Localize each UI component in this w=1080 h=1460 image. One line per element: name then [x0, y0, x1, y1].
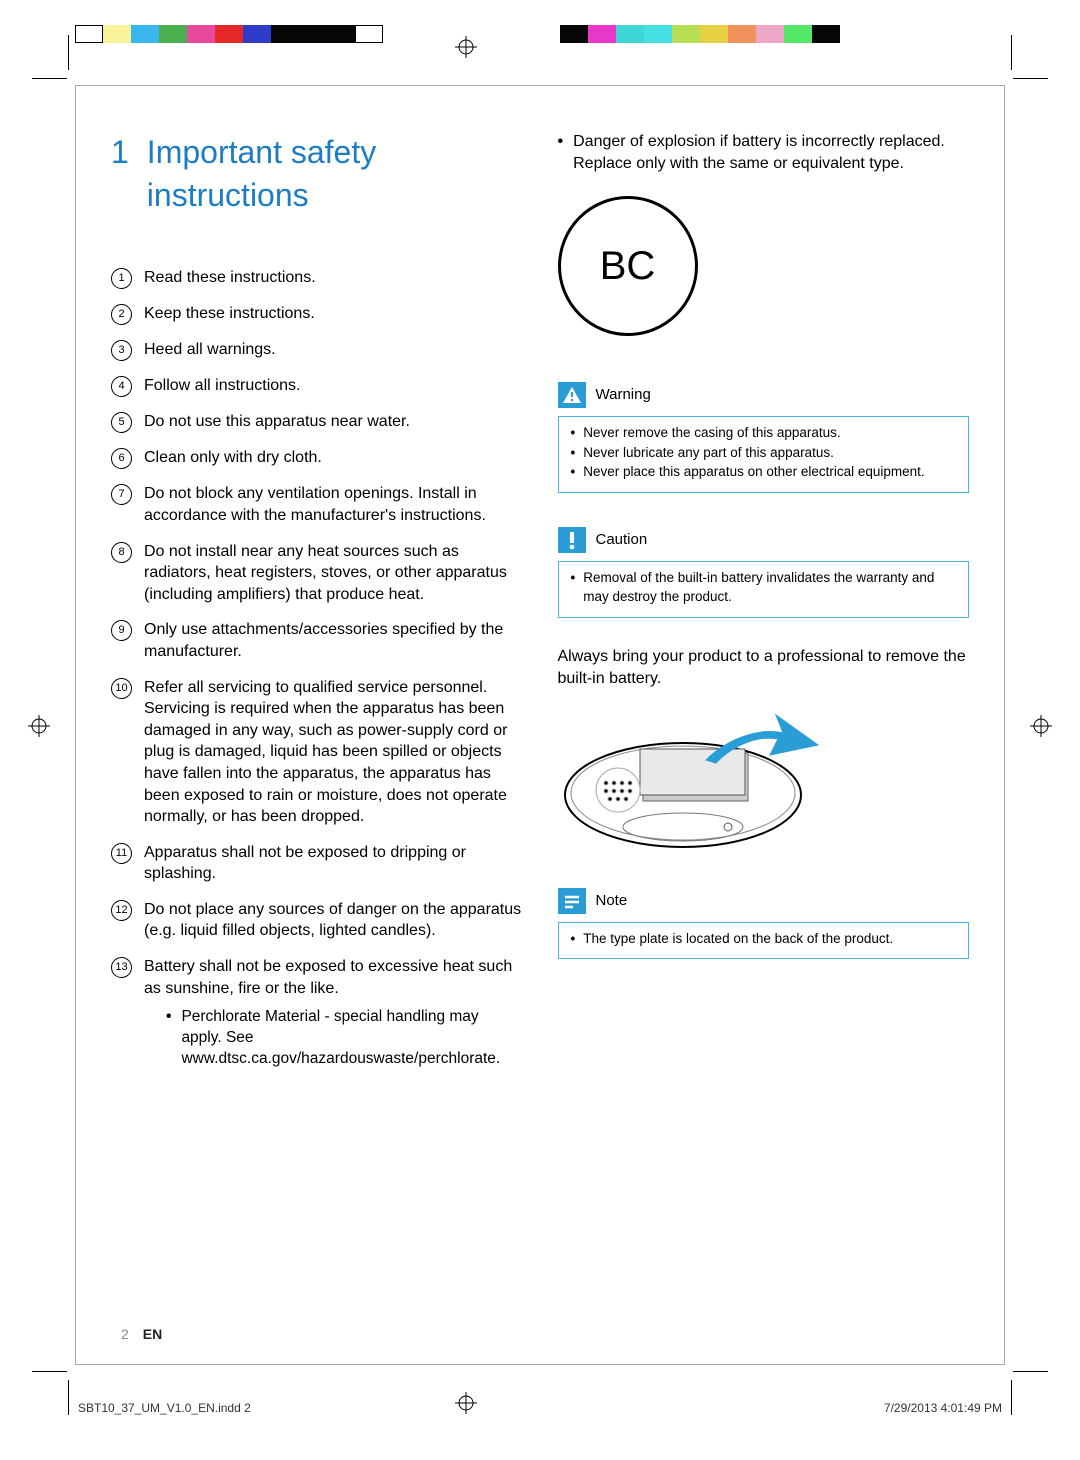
list-number: 7 — [111, 484, 132, 505]
list-item: 4 Follow all instructions. — [111, 375, 523, 397]
caution-block: Caution •Removal of the built-in battery… — [558, 521, 970, 618]
left-column: 1 Important safety instructions 1 Read th… — [111, 131, 523, 1344]
crop-mark — [32, 78, 67, 79]
list-item: 1 Read these instructions. — [111, 267, 523, 289]
note-heading: Note — [558, 882, 970, 922]
color-strip-left — [75, 25, 383, 43]
heading-text: Important safety instructions — [147, 131, 523, 217]
list-text: Do not install near any heat sources suc… — [144, 541, 523, 606]
list-text: Refer all servicing to qualified service… — [144, 677, 523, 828]
caution-body: •Removal of the built-in battery invalid… — [559, 562, 969, 617]
list-item: 6 Clean only with dry cloth. — [111, 447, 523, 469]
list-text: Keep these instructions. — [144, 303, 315, 325]
warning-body: •Never remove the casing of this apparat… — [559, 417, 969, 492]
bullet-dot: • — [558, 131, 564, 174]
warning-title: Warning — [596, 385, 651, 405]
device-illustration — [558, 705, 823, 855]
bc-label: BC — [600, 239, 656, 293]
callout-item: •Never remove the casing of this apparat… — [571, 423, 957, 443]
list-item: 13 Battery shall not be exposed to excess… — [111, 956, 523, 1070]
heading-number: 1 — [111, 131, 129, 217]
outer-footer: SBT10_37_UM_V1.0_EN.indd 2 7/29/2013 4:0… — [78, 1401, 1002, 1415]
crop-mark — [1013, 1371, 1048, 1372]
list-text: Only use attachments/accessories specifi… — [144, 619, 523, 662]
list-item: 5 Do not use this apparatus near water. — [111, 411, 523, 433]
list-item: 8 Do not install near any heat sources su… — [111, 541, 523, 606]
callout-item: •Never lubricate any part of this appara… — [571, 443, 957, 463]
crop-mark — [1013, 78, 1048, 79]
callout-item: •Never place this apparatus on other ele… — [571, 462, 957, 482]
list-item: 9 Only use attachments/accessories specif… — [111, 619, 523, 662]
warning-heading: Warning — [558, 376, 970, 416]
list-text: Do not block any ventilation openings. I… — [144, 483, 523, 526]
numbered-list: 1 Read these instructions. 2 Keep these ins… — [111, 267, 523, 1070]
list-number: 3 — [111, 340, 132, 361]
list-item: 2 Keep these instructions. — [111, 303, 523, 325]
callout-item: •Removal of the built-in battery invalid… — [571, 568, 957, 607]
note-icon — [558, 888, 586, 914]
list-item: 3 Heed all warnings. — [111, 339, 523, 361]
registration-mark — [1030, 715, 1052, 737]
page-heading: 1 Important safety instructions — [111, 131, 523, 217]
list-text: Heed all warnings. — [144, 339, 276, 361]
warning-block: Warning •Never remove the casing of this… — [558, 376, 970, 493]
warning-icon — [558, 382, 586, 408]
page-lang: EN — [143, 1326, 162, 1342]
page-frame: 1 Important safety instructions 1 Read th… — [75, 85, 1005, 1365]
list-text: Do not place any sources of danger on th… — [144, 899, 523, 942]
list-number: 11 — [111, 843, 132, 864]
crop-mark — [1011, 1380, 1012, 1415]
list-item: 11 Apparatus shall not be exposed to drip… — [111, 842, 523, 885]
color-strip-right — [560, 25, 840, 43]
list-text: Clean only with dry cloth. — [144, 447, 322, 469]
crop-mark — [1011, 35, 1012, 70]
list-text: Read these instructions. — [144, 267, 316, 289]
page-footer: 2 EN — [121, 1326, 162, 1342]
list-number: 9 — [111, 620, 132, 641]
list-number: 12 — [111, 900, 132, 921]
registration-mark — [28, 715, 50, 737]
caution-title: Caution — [596, 530, 648, 550]
list-number: 8 — [111, 542, 132, 563]
list-number: 10 — [111, 678, 132, 699]
crop-mark — [32, 1371, 67, 1372]
right-column: • Danger of explosion if battery is inco… — [558, 131, 970, 1344]
list-text: Follow all instructions. — [144, 375, 301, 397]
caution-heading: Caution — [558, 521, 970, 561]
list-text: Do not use this apparatus near water. — [144, 411, 410, 433]
top-bullet-text: Danger of explosion if battery is incorr… — [573, 131, 969, 174]
sub-bullet: •Perchlorate Material - special handling… — [166, 1007, 523, 1070]
outer-footer-left: SBT10_37_UM_V1.0_EN.indd 2 — [78, 1401, 251, 1415]
crop-mark — [68, 1380, 69, 1415]
list-number: 2 — [111, 304, 132, 325]
list-number: 5 — [111, 412, 132, 433]
note-title: Note — [596, 891, 628, 911]
list-item: 12 Do not place any sources of danger on … — [111, 899, 523, 942]
list-number: 13 — [111, 957, 132, 978]
note-block: Note •The type plate is located on the b… — [558, 882, 970, 960]
crop-mark — [68, 35, 69, 70]
list-number: 4 — [111, 376, 132, 397]
bc-circle-icon: BC — [558, 196, 698, 336]
list-item: 10 Refer all servicing to qualified servi… — [111, 677, 523, 828]
callout-item: •The type plate is located on the back o… — [571, 929, 957, 949]
list-number: 6 — [111, 448, 132, 469]
paragraph-text: Always bring your product to a professio… — [558, 646, 970, 689]
outer-footer-right: 7/29/2013 4:01:49 PM — [884, 1401, 1002, 1415]
list-number: 1 — [111, 268, 132, 289]
list-text: Apparatus shall not be exposed to drippi… — [144, 842, 523, 885]
note-body: •The type plate is located on the back o… — [559, 923, 969, 959]
list-item: 7 Do not block any ventilation openings. … — [111, 483, 523, 526]
top-bullet: • Danger of explosion if battery is inco… — [558, 131, 970, 174]
list-text: Battery shall not be exposed to excessiv… — [144, 956, 523, 1070]
caution-icon — [558, 527, 586, 553]
page-number: 2 — [121, 1326, 129, 1342]
registration-mark — [455, 36, 477, 58]
